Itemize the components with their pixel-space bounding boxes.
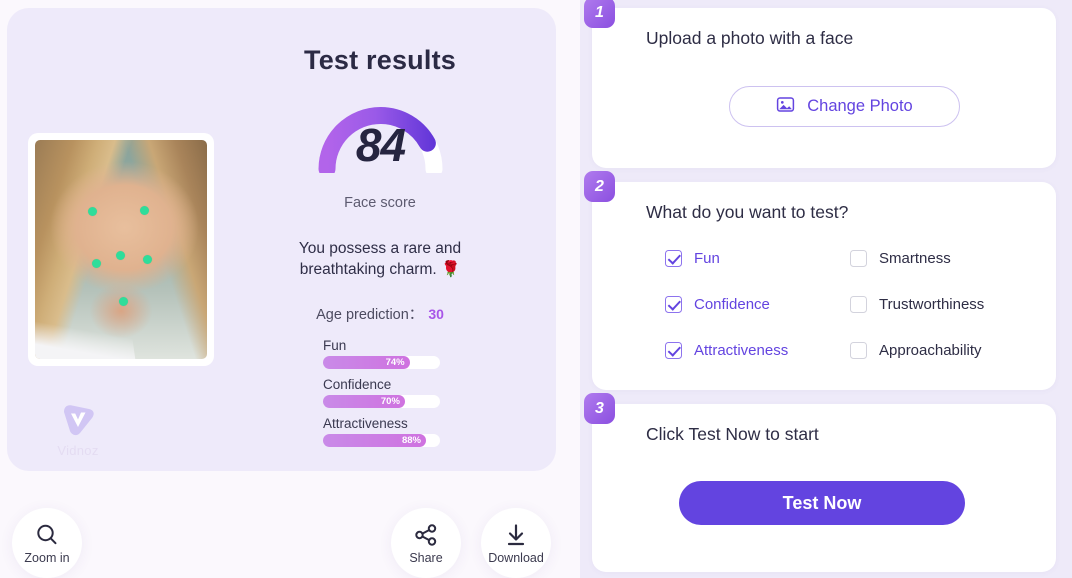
metric-fill: 88% (323, 434, 426, 447)
metric-fill: 74% (323, 356, 410, 369)
checkbox-label: Fun (694, 250, 720, 267)
avatar[interactable] (650, 76, 710, 136)
metric-track: 88% (323, 434, 440, 447)
metric-label: Fun (323, 338, 347, 353)
change-photo-button[interactable]: Change Photo (729, 86, 960, 127)
face-landmark-mouth-right (143, 254, 153, 264)
share-button[interactable]: Share (391, 508, 461, 578)
checkbox-label: Confidence (694, 296, 770, 313)
metric-label: Confidence (323, 377, 392, 392)
checkbox-smartness[interactable]: Smartness (850, 250, 951, 267)
checkbox-box (665, 296, 682, 313)
step-title: Click Test Now to start (646, 424, 819, 444)
checkbox-trustworthiness[interactable]: Trustworthiness (850, 296, 984, 313)
checkbox-box (850, 250, 867, 267)
metric-track: 74% (323, 356, 440, 369)
age-prediction-value: 30 (428, 306, 444, 322)
metric-percent: 70% (380, 396, 400, 407)
face-landmark-nose (115, 250, 125, 260)
step-number-badge: 1 (584, 0, 615, 28)
step-title: What do you want to test? (646, 202, 849, 222)
step-number-badge: 3 (584, 393, 615, 424)
metric-label: Attractiveness (323, 416, 408, 431)
vidnoz-watermark: Vidnoz (52, 400, 104, 458)
step-number-badge: 2 (584, 171, 615, 202)
charm-description: You possess a rare and breathtaking char… (229, 238, 531, 280)
checkbox-box (850, 296, 867, 313)
metric-item-confidence: Confidence 70% (323, 377, 440, 408)
page-title: Test results (304, 45, 456, 75)
step-title: Upload a photo with a face (646, 28, 854, 48)
steps-panel: 1 Upload a photo with a face Change Phot… (580, 0, 1072, 578)
download-label: Download (488, 551, 544, 565)
checkbox-confidence[interactable]: Confidence (665, 296, 770, 313)
metric-track: 70% (323, 395, 440, 408)
metric-item-attractiveness: Attractiveness 88% (323, 416, 440, 447)
analyzed-photo-frame (28, 133, 214, 366)
download-icon (481, 522, 551, 548)
step-card-upload: 1 Upload a photo with a face Change Phot… (584, 0, 1056, 168)
checkbox-box (665, 250, 682, 267)
metric-percent: 74% (385, 357, 405, 368)
vidnoz-watermark-text: Vidnoz (57, 443, 99, 458)
checkbox-fun[interactable]: Fun (665, 250, 720, 267)
zoom-in-button[interactable]: Zoom in (12, 508, 82, 578)
step-card-start: 3 Click Test Now to start Test Now (584, 393, 1056, 572)
face-landmark-mouth-left (91, 259, 101, 269)
face-landmark-chin (119, 296, 129, 306)
charm-line-2: breathtaking charm. 🌹 (299, 261, 461, 278)
test-now-button[interactable]: Test Now (679, 481, 965, 525)
face-score-label: Face score (344, 195, 416, 211)
checkbox-label: Approachability (879, 342, 982, 359)
checkbox-attractiveness[interactable]: Attractiveness (665, 342, 788, 359)
analyzed-photo (35, 140, 207, 359)
age-prediction: Age prediction： 30 (229, 303, 531, 324)
metric-list: Fun 74% Confidence 70% Attractiveness 88… (323, 338, 440, 455)
share-icon (391, 522, 461, 548)
zoom-in-label: Zoom in (24, 551, 70, 565)
checkbox-box (665, 342, 682, 359)
image-icon (776, 95, 795, 119)
vidnoz-logo-icon (58, 400, 98, 440)
checkbox-box (850, 342, 867, 359)
face-landmark-left-eye (88, 206, 98, 216)
metric-percent: 88% (401, 435, 421, 446)
change-photo-label: Change Photo (807, 97, 913, 115)
result-card: Vidnoz Test results 84 Face score You po… (7, 8, 556, 471)
metric-item-fun: Fun 74% (323, 338, 440, 369)
checkbox-label: Smartness (879, 250, 951, 267)
age-prediction-label: Age prediction： (316, 307, 424, 323)
magnifier-icon (12, 522, 82, 548)
checkbox-label: Attractiveness (694, 342, 789, 359)
face-test-app: Vidnoz Test results 84 Face score You po… (0, 0, 1072, 578)
face-score-value: 84 (355, 119, 406, 171)
download-button[interactable]: Download (481, 508, 551, 578)
checkbox-label: Trustworthiness (879, 296, 985, 313)
charm-line-1: You possess a rare and (298, 240, 462, 257)
metric-fill: 70% (323, 395, 405, 408)
share-label: Share (409, 551, 443, 565)
face-landmark-right-eye (139, 205, 149, 215)
checkbox-approachability[interactable]: Approachability (850, 342, 982, 359)
step-card-traits: 2 What do you want to test? Fun Smartnes… (584, 171, 1056, 390)
